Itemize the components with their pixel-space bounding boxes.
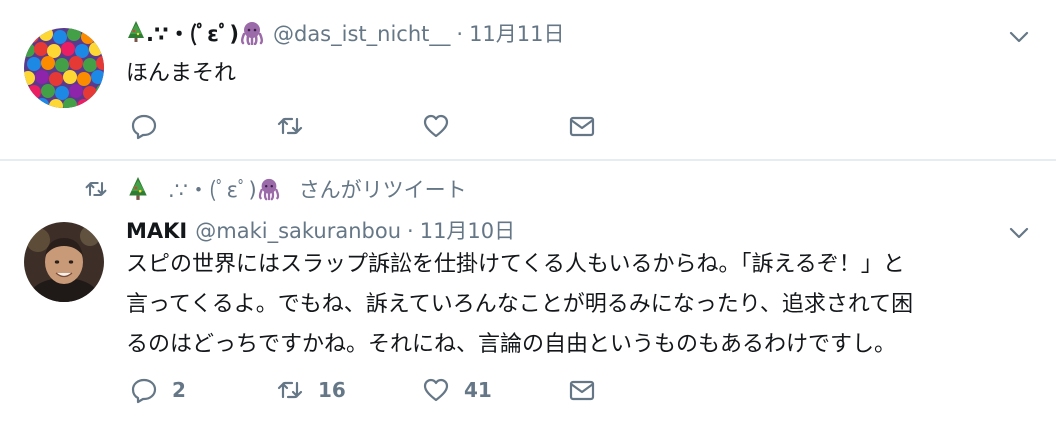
tweet-2[interactable]: MAKI @maki_sakuranbou · 11月10日 スピの世界にはスラ…: [0, 0, 1056, 428]
envelope-icon: [569, 380, 595, 401]
retweet-count: 16: [318, 378, 346, 402]
retweet-icon: [277, 381, 303, 399]
tweet-header: MAKI @maki_sakuranbou · 11月10日: [126, 215, 515, 245]
tweet-actions: 2 16 41: [130, 376, 714, 404]
chevron-down-icon[interactable]: [1008, 222, 1030, 244]
avatar[interactable]: [24, 222, 104, 302]
reply-count: 2: [172, 378, 186, 402]
tweet-text-line: 言ってくるよ。でもね、訴えていろんなことが明るみになったり、追求されて困: [126, 292, 914, 317]
tweet-text-line: るのはどっちですかね。それにね、言論の自由というものもあるわけですし。: [126, 332, 897, 357]
direct-message-button[interactable]: [568, 376, 714, 404]
tweet-date[interactable]: 11月10日: [420, 215, 515, 245]
header-separator: ·: [407, 219, 414, 243]
retweet-button[interactable]: 16: [276, 376, 422, 404]
user-handle[interactable]: @maki_sakuranbou: [195, 219, 401, 243]
tweet-text: スピの世界にはスラップ訴訟を仕掛けてくる人もいるからね。「訴えるぞ！」と 言って…: [126, 245, 1046, 365]
display-name[interactable]: MAKI: [126, 219, 187, 243]
like-button[interactable]: 41: [422, 376, 568, 404]
profile-photo-avatar-image: [24, 222, 104, 302]
tweet-text-line: スピの世界にはスラップ訴訟を仕掛けてくる人もいるからね。「訴えるぞ！」と: [126, 252, 905, 277]
like-count: 41: [464, 378, 492, 402]
heart-icon: [423, 378, 449, 402]
reply-icon: [131, 378, 157, 404]
reply-button[interactable]: 2: [130, 376, 276, 404]
